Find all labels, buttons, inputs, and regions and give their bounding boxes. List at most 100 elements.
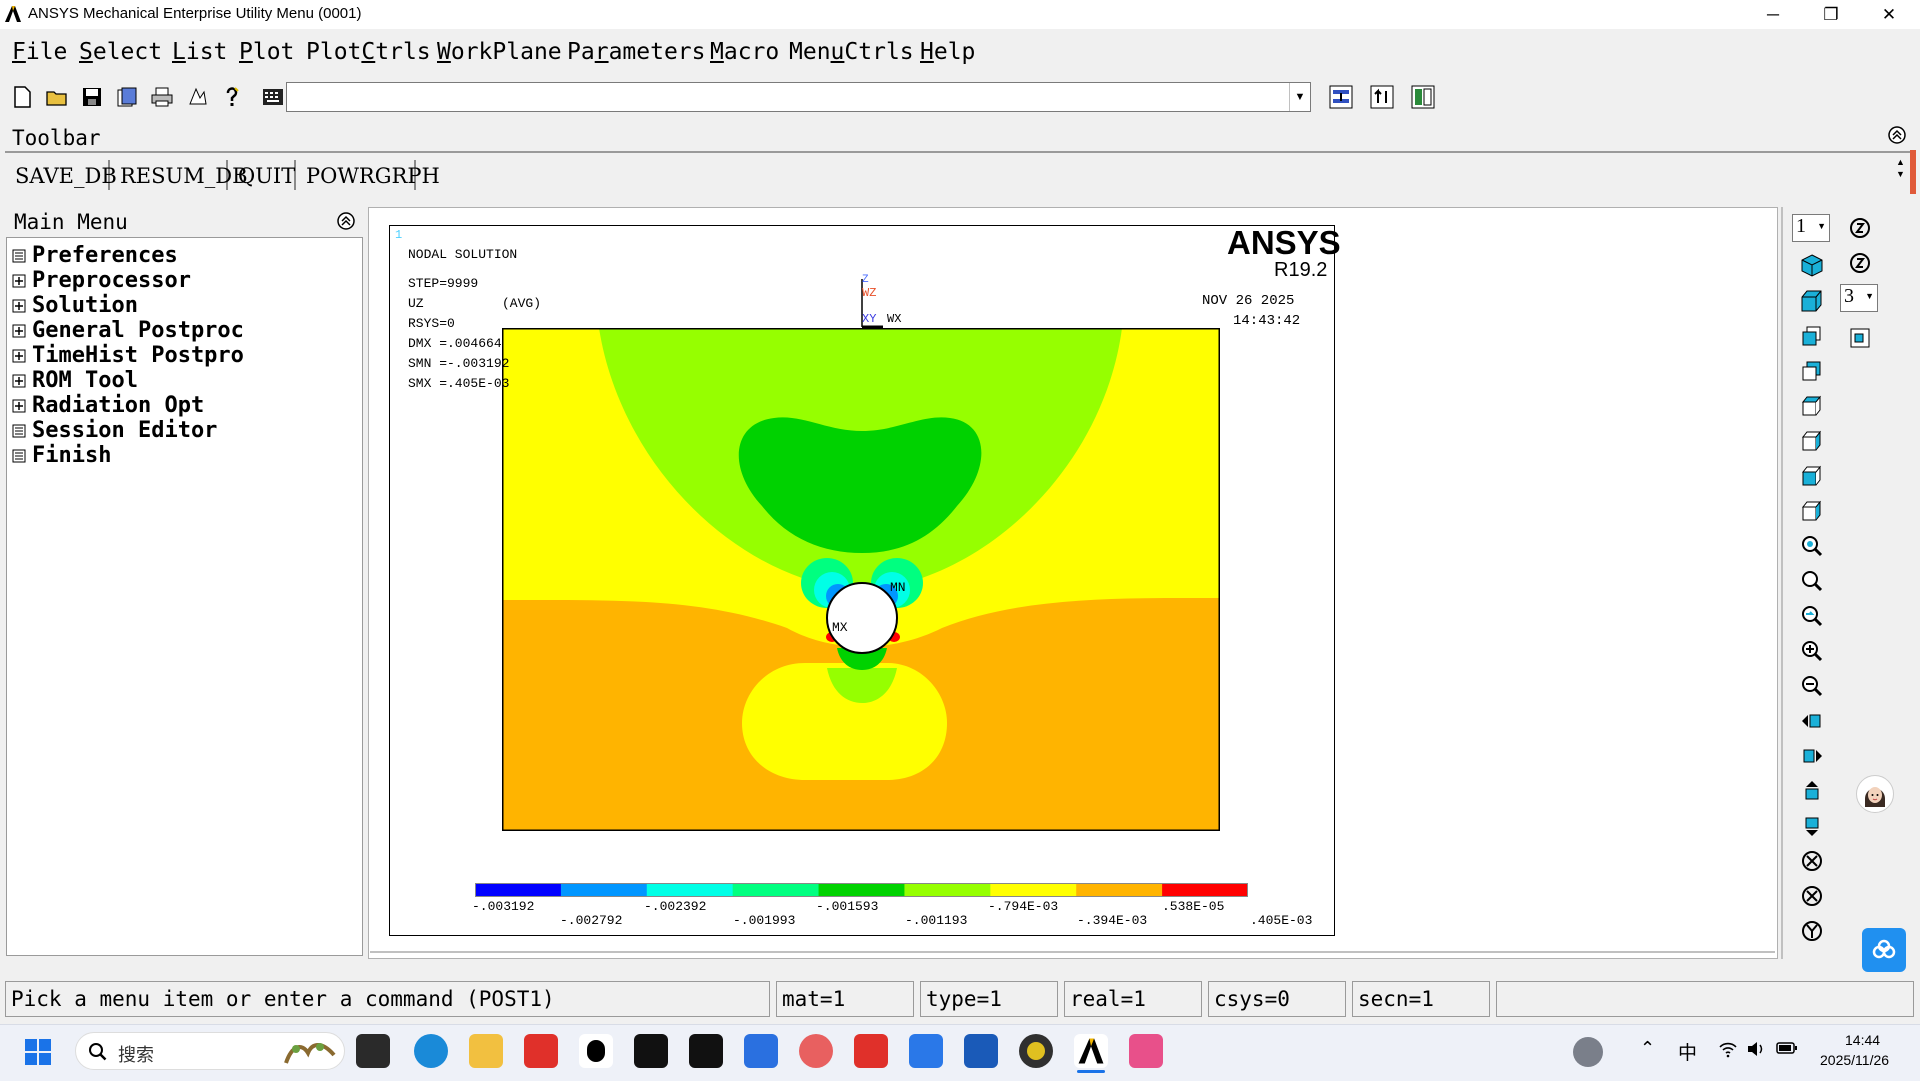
ime-indicator[interactable]: 中 <box>1678 1038 1697 1065</box>
menu-macro[interactable]: Macro <box>710 39 779 65</box>
resum-db-button[interactable]: RESUM_DB <box>110 160 248 190</box>
rotate-y-button[interactable] <box>1794 916 1830 946</box>
assistant-avatar[interactable] <box>1856 775 1894 813</box>
main-menu-collapse-button[interactable] <box>336 211 356 231</box>
taskbar-pdf[interactable] <box>854 1034 888 1068</box>
taskbar-app-blue[interactable] <box>909 1034 943 1068</box>
main-menu-item-solution[interactable]: Solution <box>12 293 138 318</box>
view-isometric-button[interactable] <box>1794 250 1830 280</box>
pan-down-button[interactable] <box>1794 811 1830 841</box>
print-button[interactable] <box>148 83 176 111</box>
contact-manager-button[interactable] <box>1409 83 1437 111</box>
reset-picking-button[interactable] <box>1368 83 1396 111</box>
clock-date[interactable]: 2025/11/26 <box>1820 1052 1889 1068</box>
main-menu-item-preprocessor[interactable]: Preprocessor <box>12 268 191 293</box>
view-right-button[interactable] <box>1794 496 1830 526</box>
main-menu-item-session-editor[interactable]: Session Editor <box>12 418 217 443</box>
dynamic-rotate-reverse-button[interactable] <box>1842 248 1878 278</box>
command-prompt-button[interactable] <box>259 83 287 111</box>
main-menu-item-general-postproc[interactable]: General Postproc <box>12 318 244 343</box>
dynamic-rotate-button[interactable] <box>1842 213 1878 243</box>
taskbar-ansys[interactable] <box>1074 1034 1108 1068</box>
taskbar-task-view[interactable] <box>356 1034 390 1068</box>
taskbar-search[interactable]: 搜索 <box>75 1032 345 1070</box>
new-file-button[interactable] <box>8 83 36 111</box>
scrollbar-thumb[interactable] <box>1910 150 1916 194</box>
menu-item-label: Session Editor <box>32 418 218 443</box>
zoom-back-button[interactable] <box>1794 601 1830 631</box>
taskbar-app-pink[interactable] <box>1129 1034 1163 1068</box>
tray-expand-button[interactable]: ⌃ <box>1640 1038 1655 1059</box>
legend-value-bottom-1: -.002792 <box>560 913 623 928</box>
close-button[interactable]: ✕ <box>1860 0 1918 29</box>
main-menu-item-radiation-opt[interactable]: Radiation Opt <box>12 393 204 418</box>
main-menu-item-finish[interactable]: Finish <box>12 443 111 468</box>
help-button[interactable] <box>218 83 246 111</box>
view-left-button[interactable] <box>1794 461 1830 491</box>
main-menu-item-preferences[interactable]: Preferences <box>12 243 178 268</box>
taskbar-file-explorer[interactable] <box>469 1034 503 1068</box>
menu-parameters[interactable]: Parameters <box>567 39 706 65</box>
zoom-box-button[interactable] <box>1794 566 1830 596</box>
taskbar-tiktok[interactable] <box>634 1034 668 1068</box>
image-capture-button[interactable] <box>183 83 211 111</box>
menu-list[interactable]: List <box>172 39 227 65</box>
menu-select[interactable]: Select <box>79 39 162 65</box>
main-menu-item-timehist-postpro[interactable]: TimeHist Postpro <box>12 343 244 368</box>
command-history-dropdown[interactable]: ▼ <box>1289 83 1310 111</box>
view-direction-select[interactable]: 3 ▼ <box>1840 284 1878 312</box>
command-input[interactable]: ▼ <box>286 82 1311 112</box>
zoom-out-button[interactable] <box>1794 671 1830 701</box>
save-button[interactable] <box>78 83 106 111</box>
view-top-button[interactable] <box>1794 391 1830 421</box>
taskbar-app-wave[interactable] <box>964 1034 998 1068</box>
taskbar-app-dark[interactable] <box>1019 1034 1053 1068</box>
menu-menuctrls[interactable]: MenuCtrls <box>789 39 914 65</box>
taskbar-wps[interactable] <box>524 1034 558 1068</box>
pan-up-button[interactable] <box>1794 776 1830 806</box>
zoom-fit-button[interactable] <box>1794 531 1830 561</box>
toolbar-collapse-button[interactable] <box>1887 125 1907 145</box>
clock-time[interactable]: 14:44 <box>1845 1032 1880 1048</box>
view-bottom-button[interactable] <box>1794 426 1830 456</box>
menu-help[interactable]: Help <box>920 39 975 65</box>
menu-file[interactable]: File <box>12 39 67 65</box>
report-button[interactable] <box>113 83 141 111</box>
taskbar-app-chart[interactable] <box>744 1034 778 1068</box>
volume-button[interactable] <box>1746 1040 1766 1063</box>
taskbar-qq[interactable] <box>579 1034 613 1068</box>
wifi-button[interactable] <box>1718 1040 1738 1063</box>
contour-plot[interactable] <box>502 328 1220 831</box>
start-button[interactable] <box>22 1036 54 1068</box>
graphics-hscroll[interactable] <box>370 951 1775 953</box>
menu-plot[interactable]: Plot <box>239 39 294 65</box>
menu-workplane[interactable]: WorkPlane <box>437 39 562 65</box>
view-oblique-button[interactable] <box>1794 286 1830 316</box>
pan-right-button[interactable] <box>1794 741 1830 771</box>
rotate-x-reverse-button[interactable] <box>1794 881 1830 911</box>
cloud-assistant-button[interactable] <box>1862 928 1906 972</box>
toolbar-scrollbar[interactable]: ▲ ▼ <box>1896 156 1908 192</box>
menu-plotctrls[interactable]: PlotCtrls <box>306 39 431 65</box>
weather-widget[interactable] <box>1573 1037 1603 1067</box>
minimize-button[interactable]: ─ <box>1744 0 1802 29</box>
taskbar-app-red[interactable] <box>799 1034 833 1068</box>
main-menu-item-rom-tool[interactable]: ROM Tool <box>12 368 138 393</box>
rotate-x-button[interactable] <box>1794 846 1830 876</box>
save-db-button[interactable]: SAVE_DB <box>5 160 117 190</box>
pan-left-button[interactable] <box>1794 706 1830 736</box>
graphics-vscroll[interactable] <box>1781 207 1783 959</box>
quit-button[interactable]: QUIT <box>228 160 296 190</box>
zoom-in-button[interactable] <box>1794 636 1830 666</box>
powrgrph-button[interactable]: POWRGRPH <box>296 160 440 190</box>
isometric-small-button[interactable] <box>1842 323 1878 353</box>
window-number-select[interactable]: 1 ▼ <box>1792 214 1830 242</box>
restore-button[interactable]: ❐ <box>1802 0 1860 29</box>
taskbar-edge[interactable] <box>414 1034 448 1068</box>
view-front-button[interactable] <box>1794 321 1830 351</box>
view-back-button[interactable] <box>1794 356 1830 386</box>
open-file-button[interactable] <box>43 83 71 111</box>
taskbar-tiktok-2[interactable] <box>689 1034 723 1068</box>
battery-button[interactable] <box>1776 1041 1798 1060</box>
raise-hidden-button[interactable] <box>1327 83 1355 111</box>
